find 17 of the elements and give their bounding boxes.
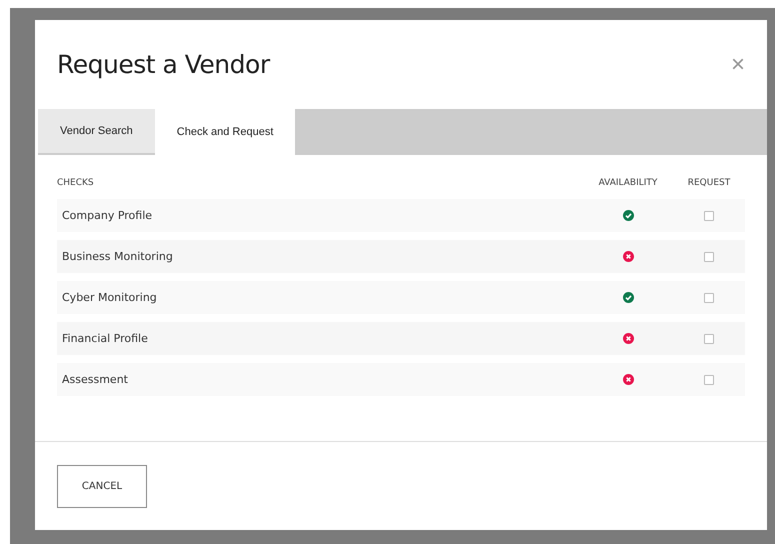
- column-header: REQUEST: [686, 178, 732, 188]
- request-checkbox[interactable]: [704, 210, 714, 220]
- request-checkbox[interactable]: [704, 292, 714, 302]
- check-name: Company Profile: [61, 209, 154, 222]
- column-header: CHECKS: [57, 178, 95, 188]
- tab[interactable]: Check and Request: [154, 109, 296, 155]
- check-name: Cyber Monitoring: [61, 291, 158, 304]
- check-name: Business Monitoring: [61, 250, 174, 263]
- check-name: Assessment: [61, 373, 129, 386]
- cancel-button[interactable]: CANCEL: [57, 464, 147, 508]
- dialog-title: Request a Vendor: [57, 50, 270, 79]
- request-checkbox[interactable]: [704, 374, 714, 384]
- column-header: AVAILABILITY: [598, 178, 658, 188]
- request-checkbox[interactable]: [704, 252, 714, 262]
- check-name: Financial Profile: [61, 332, 149, 345]
- request-checkbox[interactable]: [704, 334, 714, 344]
- tab[interactable]: Vendor Search: [38, 109, 155, 153]
